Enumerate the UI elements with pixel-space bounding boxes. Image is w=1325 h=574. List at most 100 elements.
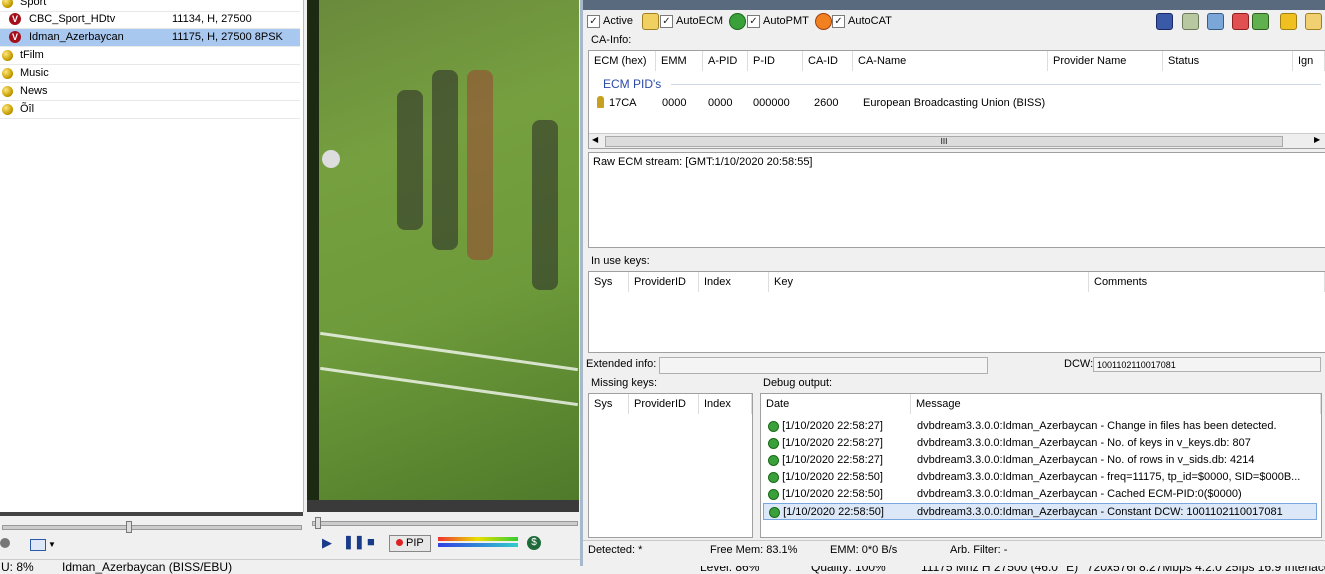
extended-info-field[interactable] xyxy=(659,357,988,374)
list-slider-thumb[interactable] xyxy=(126,521,132,533)
channel-v-icon: V xyxy=(9,31,21,43)
dcw-value[interactable]: 1001102110017081 xyxy=(1093,357,1321,372)
missing-keys-table: Sys ProviderID Index xyxy=(588,393,753,538)
video-bottom-bar xyxy=(307,500,579,512)
group-other[interactable]: Õîl xyxy=(0,101,300,119)
channel-row-selected[interactable]: V Idman_Azerbaycan 11175, H, 27500 8PSK xyxy=(0,29,300,47)
group-divider xyxy=(671,84,1321,85)
window-titlebar[interactable] xyxy=(583,0,1325,10)
player-shape xyxy=(432,70,458,250)
disc-icon[interactable] xyxy=(0,538,10,548)
group-tfilm[interactable]: tFilm xyxy=(0,47,300,65)
raw-ecm-label: Raw ECM stream: [GMT:1/10/2020 20:58:55] xyxy=(593,156,813,168)
channel-row[interactable]: V CBC_Sport_HDtv 11134, H, 27500 xyxy=(0,11,300,29)
col-message[interactable]: Message xyxy=(911,394,1321,414)
channel-v-icon: V xyxy=(9,13,21,25)
autocat-label: AutoCAT xyxy=(848,15,892,27)
green-circle-icon[interactable] xyxy=(729,13,746,30)
col-status[interactable]: Status xyxy=(1163,51,1293,71)
debug-row-selected[interactable]: [1/10/2020 22:58:50] dvbdream3.3.0.0:Idma… xyxy=(763,503,1317,520)
pause-icon[interactable]: ❚❚ xyxy=(343,534,365,550)
debug-output-table: Date Message [1/10/2020 22:58:27] dvbdrea… xyxy=(760,393,1322,538)
col-providerid[interactable]: ProviderID xyxy=(629,272,699,292)
ecm-row[interactable]: 17CA 0000 0000 000000 2600 European Broa… xyxy=(589,95,1325,112)
col-providerid[interactable]: ProviderID xyxy=(629,394,699,414)
ca-info-window: ✓ Active ✓ AutoECM ✓ AutoPMT ✓ AutoCAT C… xyxy=(580,0,1325,566)
player-shape xyxy=(532,120,558,290)
chevron-down-icon[interactable]: ▼ xyxy=(48,540,56,549)
debug-row[interactable]: [1/10/2020 22:58:27] dvbdream3.3.0.0:Idma… xyxy=(763,452,1317,469)
col-ign[interactable]: Ign xyxy=(1293,51,1325,71)
col-apid[interactable]: A-PID xyxy=(703,51,748,71)
video-area[interactable] xyxy=(307,0,579,500)
debug-row[interactable]: [1/10/2020 22:58:50] dvbdream3.3.0.0:Idma… xyxy=(763,469,1317,486)
player-shape xyxy=(397,90,423,230)
ok-icon xyxy=(769,506,780,518)
save-icon[interactable] xyxy=(1156,13,1173,30)
folder-icon xyxy=(2,104,13,115)
level-bar xyxy=(438,537,518,541)
current-channel: Idman_Azerbaycan (BISS/EBU) xyxy=(62,560,233,574)
col-index[interactable]: Index xyxy=(699,272,769,292)
ok-icon xyxy=(768,471,779,483)
refresh-icon[interactable] xyxy=(1207,13,1224,30)
seek-thumb[interactable] xyxy=(315,517,321,529)
col-caname[interactable]: CA-Name xyxy=(853,51,1048,71)
col-provider[interactable]: Provider Name xyxy=(1048,51,1163,71)
in-use-keys-table: Sys ProviderID Index Key Comments xyxy=(588,271,1325,353)
col-emm[interactable]: EMM xyxy=(656,51,703,71)
pip-button[interactable]: PIP xyxy=(389,535,431,552)
dollar-icon[interactable]: $ xyxy=(527,536,541,550)
active-checkbox[interactable]: ✓ xyxy=(587,15,600,28)
horizontal-scrollbar[interactable]: ◀ III ▶ xyxy=(589,133,1325,148)
col-pid[interactable]: P-ID xyxy=(748,51,803,71)
arb-filter-status: Arb. Filter: - xyxy=(950,544,1008,556)
dcw-label: DCW: xyxy=(1064,358,1094,370)
autoecm-checkbox[interactable]: ✓ xyxy=(660,15,673,28)
detected-status: Detected: * xyxy=(588,544,643,556)
scroll-left-icon[interactable]: ◀ xyxy=(592,135,598,144)
list-slider[interactable] xyxy=(2,525,302,530)
debug-row[interactable]: [1/10/2020 22:58:27] dvbdream3.3.0.0:Idma… xyxy=(763,418,1317,435)
folder-icon xyxy=(2,86,13,97)
col-index[interactable]: Index xyxy=(699,394,752,414)
pen-red-icon[interactable] xyxy=(1232,13,1249,30)
col-date[interactable]: Date xyxy=(761,394,911,414)
autopmt-checkbox[interactable]: ✓ xyxy=(747,15,760,28)
settings-icon[interactable] xyxy=(1182,13,1199,30)
pencil-icon[interactable] xyxy=(642,13,659,30)
col-key[interactable]: Key xyxy=(769,272,1089,292)
stop-icon[interactable]: ■ xyxy=(367,534,375,549)
ok-icon xyxy=(768,420,779,432)
play-icon[interactable]: ▶ xyxy=(322,535,332,551)
debug-row[interactable]: [1/10/2020 22:58:50] dvbdream3.3.0.0:Idma… xyxy=(763,486,1317,503)
epg-icon[interactable] xyxy=(30,539,46,551)
splitter[interactable] xyxy=(0,512,303,516)
folder-icon xyxy=(2,50,13,61)
scroll-right-icon[interactable]: ▶ xyxy=(1314,135,1320,144)
edit-icon[interactable] xyxy=(1305,13,1322,30)
col-ecm[interactable]: ECM (hex) xyxy=(589,51,656,71)
group-music[interactable]: Music xyxy=(0,65,300,83)
scroll-thumb[interactable]: III xyxy=(605,136,1283,147)
orange-circle-icon[interactable] xyxy=(815,13,832,30)
key-icon xyxy=(597,96,604,108)
pen-green-icon[interactable] xyxy=(1252,13,1269,30)
key-icon[interactable] xyxy=(1280,13,1297,30)
col-caid[interactable]: CA-ID xyxy=(803,51,853,71)
autocat-checkbox[interactable]: ✓ xyxy=(832,15,845,28)
ecm-table: ECM (hex) EMM A-PID P-ID CA-ID CA-Name P… xyxy=(588,50,1325,149)
col-sys[interactable]: Sys xyxy=(589,272,629,292)
in-use-keys-title: In use keys: xyxy=(591,255,650,267)
seek-slider[interactable] xyxy=(312,521,578,526)
col-comments[interactable]: Comments xyxy=(1089,272,1325,292)
ok-icon xyxy=(768,488,779,500)
folder-icon xyxy=(2,68,13,79)
ok-icon xyxy=(768,437,779,449)
col-sys[interactable]: Sys xyxy=(589,394,629,414)
ecm-group-label: ECM PID's xyxy=(603,77,662,91)
autoecm-label: AutoECM xyxy=(676,15,724,27)
debug-output-title: Debug output: xyxy=(763,377,833,389)
group-news[interactable]: News xyxy=(0,83,300,101)
debug-row[interactable]: [1/10/2020 22:58:27] dvbdream3.3.0.0:Idma… xyxy=(763,435,1317,452)
